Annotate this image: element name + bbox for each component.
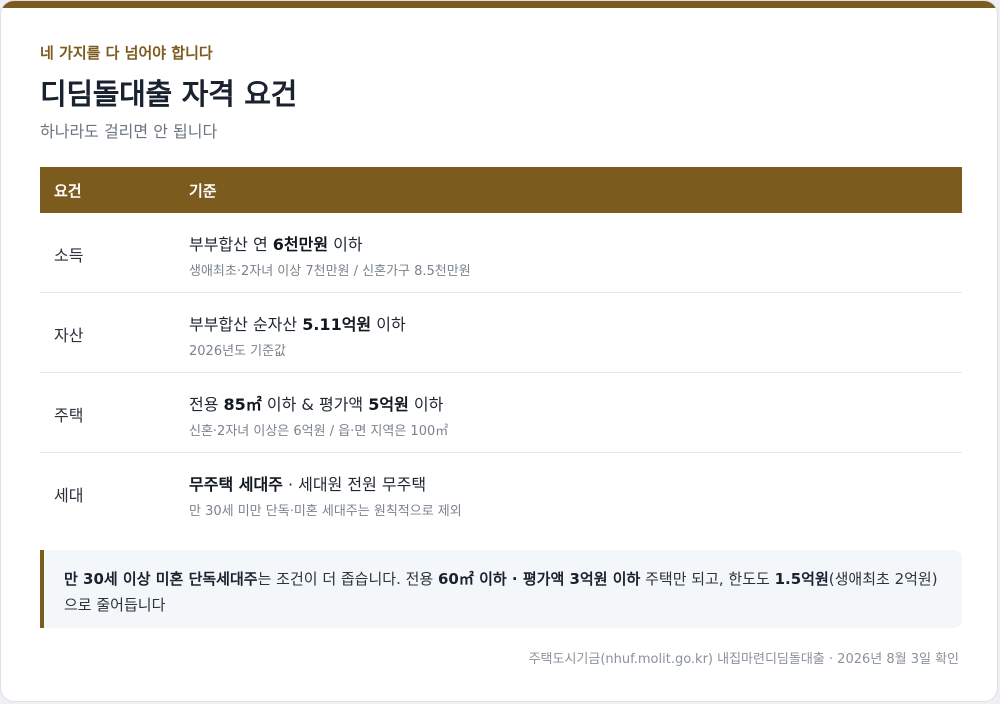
requirements-table: 요건 기준 소득 부부합산 연 6천만원 이하 생애최초·2자녀 이상 7천만원… bbox=[40, 167, 962, 532]
note-strong: 만 30세 이상 미혼 단독세대주 bbox=[64, 570, 258, 588]
requirements-card: 네 가지를 다 넘어야 합니다 디딤돌대출 자격 요건 하나라도 걸리면 안 됩… bbox=[0, 0, 998, 702]
criteria-text: 부부합산 순자산 bbox=[189, 315, 303, 334]
criteria-text: 이하 bbox=[408, 395, 444, 414]
callout-note: 만 30세 이상 미혼 단독세대주는 조건이 더 좁습니다. 전용 60㎡ 이하… bbox=[40, 550, 962, 628]
row-criteria-note: 2026년도 기준값 bbox=[189, 344, 287, 359]
table-row-housing: 주택 전용 85㎡ 이하 & 평가액 5억원 이하 신혼·2자녀 이상은 6억원… bbox=[40, 373, 962, 453]
row-criteria: 부부합산 순자산 5.11억원 이하 bbox=[189, 311, 406, 335]
criteria-strong: 6천만원 bbox=[272, 235, 329, 254]
column-header-requirement: 요건 bbox=[54, 182, 82, 200]
table-row-assets: 자산 부부합산 순자산 5.11억원 이하 2026년도 기준값 bbox=[40, 293, 962, 373]
row-criteria: 부부합산 연 6천만원 이하 bbox=[189, 231, 363, 255]
criteria-text: 이하 bbox=[328, 235, 363, 254]
table-row-household: 세대 무주택 세대주 · 세대원 전원 무주택 만 30세 미만 단독·미혼 세… bbox=[40, 453, 962, 532]
row-label: 세대 bbox=[54, 486, 84, 505]
row-criteria-note: 생애최초·2자녀 이상 7천만원 / 신혼가구 8.5천만원 bbox=[189, 264, 471, 279]
criteria-strong: 5억원 bbox=[368, 395, 409, 414]
note-text: 는 조건이 더 좁습니다. 전용 bbox=[257, 570, 438, 588]
source-citation: 주택도시기금(nhuf.molit.go.kr) 내집마련디딤돌대출 · 202… bbox=[528, 652, 959, 667]
row-label: 주택 bbox=[54, 406, 84, 425]
row-criteria: 무주택 세대주 · 세대원 전원 무주택 bbox=[189, 471, 426, 495]
row-criteria-note: 신혼·2자녀 이상은 6억원 / 읍·면 지역은 100㎡ bbox=[189, 424, 449, 439]
accent-bar bbox=[1, 1, 997, 8]
note-text: 주택만 되고, 한도도 bbox=[640, 570, 775, 588]
table-header: 요건 기준 bbox=[40, 167, 962, 213]
row-label: 자산 bbox=[54, 326, 84, 345]
criteria-text: · 세대원 전원 무주택 bbox=[282, 475, 427, 494]
row-label: 소득 bbox=[54, 246, 84, 265]
table-row-income: 소득 부부합산 연 6천만원 이하 생애최초·2자녀 이상 7천만원 / 신혼가… bbox=[40, 213, 962, 293]
row-criteria: 전용 85㎡ 이하 & 평가액 5억원 이하 bbox=[189, 391, 443, 415]
criteria-text: 이하 bbox=[371, 315, 406, 334]
criteria-text: 이하 & 평가액 bbox=[261, 395, 369, 414]
page-subtitle: 하나라도 걸리면 안 됩니다 bbox=[40, 122, 218, 141]
criteria-text: 부부합산 연 bbox=[189, 235, 273, 254]
note-strong: 60㎡ 이하 · 평가액 3억원 이하 bbox=[438, 570, 641, 588]
criteria-strong: 5.11억원 bbox=[302, 315, 372, 334]
criteria-strong: 85㎡ bbox=[223, 395, 262, 414]
eyebrow-text: 네 가지를 다 넘어야 합니다 bbox=[40, 44, 213, 62]
criteria-text: 전용 bbox=[189, 395, 224, 414]
criteria-strong: 무주택 세대주 bbox=[189, 475, 283, 494]
page-title: 디딤돌대출 자격 요건 bbox=[40, 77, 298, 111]
note-strong: 1.5억원 bbox=[774, 570, 829, 588]
row-criteria-note: 만 30세 미만 단독·미혼 세대주는 원칙적으로 제외 bbox=[189, 504, 462, 519]
column-header-criteria: 기준 bbox=[189, 182, 217, 200]
